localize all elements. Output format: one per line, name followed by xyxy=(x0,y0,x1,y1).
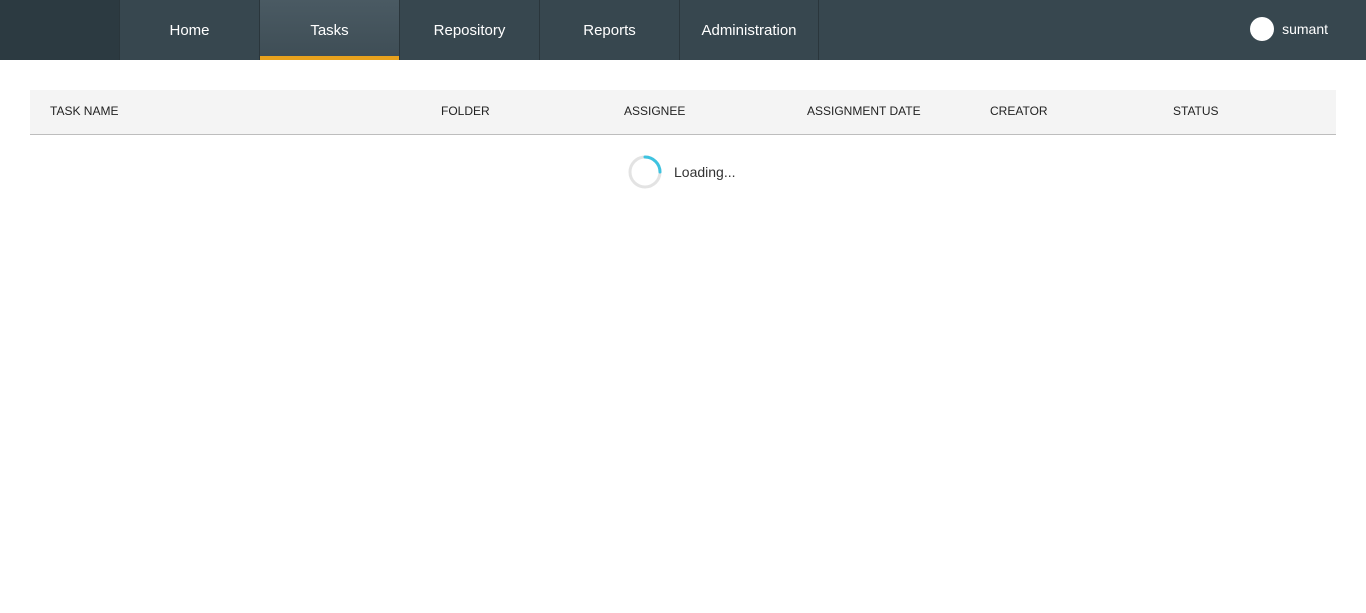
user-avatar-icon xyxy=(1250,17,1275,41)
loading-indicator: Loading... xyxy=(628,155,736,189)
nav-repository[interactable]: Repository xyxy=(399,0,539,60)
nav-tasks[interactable]: Tasks xyxy=(259,0,399,60)
user-name: sumant xyxy=(1282,21,1328,37)
nav-repository-label: Repository xyxy=(433,21,506,39)
column-header-creator[interactable]: CREATOR xyxy=(990,90,1048,134)
spinner-icon xyxy=(628,155,662,189)
nav-home-label: Home xyxy=(169,21,210,39)
nav-home[interactable]: Home xyxy=(119,0,259,60)
logo-area xyxy=(0,0,119,60)
nav-tasks-label: Tasks xyxy=(310,21,349,39)
main-nav: Home Tasks Repository Reports Administra… xyxy=(119,0,819,60)
nav-administration[interactable]: Administration xyxy=(679,0,819,60)
column-header-status[interactable]: STATUS xyxy=(1173,90,1219,134)
task-table-header: TASK NAME FOLDER ASSIGNEE ASSIGNMENT DAT… xyxy=(30,90,1336,135)
column-header-assignee[interactable]: ASSIGNEE xyxy=(624,90,685,134)
nav-reports-label: Reports xyxy=(583,21,636,39)
column-header-assignment-date[interactable]: ASSIGNMENT DATE xyxy=(807,90,921,134)
top-navigation-bar: Home Tasks Repository Reports Administra… xyxy=(0,0,1366,60)
nav-administration-label: Administration xyxy=(701,21,797,39)
loading-text: Loading... xyxy=(674,164,736,180)
user-menu[interactable]: sumant xyxy=(1250,0,1328,60)
column-header-folder[interactable]: FOLDER xyxy=(441,90,490,134)
column-header-task-name[interactable]: TASK NAME xyxy=(50,90,118,134)
nav-reports[interactable]: Reports xyxy=(539,0,679,60)
